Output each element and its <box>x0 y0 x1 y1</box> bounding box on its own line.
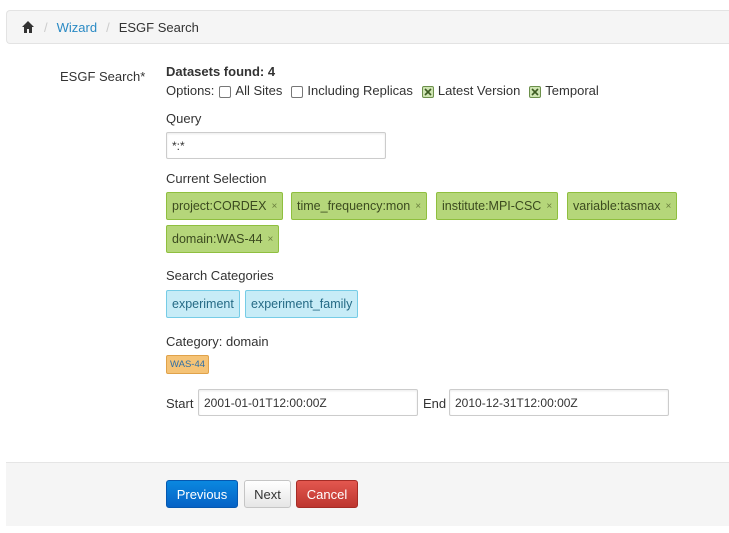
temporal-checkbox[interactable] <box>529 85 542 98</box>
previous-button[interactable]: Previous <box>166 480 238 508</box>
including-replicas-label: Including Replicas <box>307 83 413 98</box>
remove-icon[interactable]: × <box>268 234 274 245</box>
check-icon <box>424 87 432 96</box>
start-label: Start <box>166 396 194 411</box>
all-sites-label: All Sites <box>235 83 283 98</box>
selection-tag-label: project:CORDEX <box>172 199 267 213</box>
latest-version-label: Latest Version <box>437 83 521 98</box>
query-label: Query <box>166 111 202 126</box>
start-date-input[interactable] <box>198 389 418 416</box>
query-input[interactable] <box>166 132 386 159</box>
remove-icon[interactable]: × <box>546 201 552 212</box>
breadcrumb-current: ESGF Search <box>118 19 199 35</box>
selection-tag-label: domain:WAS-44 <box>172 232 263 246</box>
breadcrumb-link-wizard[interactable]: Wizard <box>57 20 97 35</box>
search-categories-label: Search Categories <box>166 268 274 283</box>
remove-icon[interactable]: × <box>271 201 277 212</box>
category-tag-experiment-family[interactable]: experiment_family <box>245 290 359 318</box>
check-icon <box>531 87 539 96</box>
category-value-was-44[interactable]: WAS-44 <box>166 355 210 374</box>
cancel-button[interactable]: Cancel <box>296 480 358 508</box>
including-replicas-checkbox[interactable] <box>291 85 304 98</box>
remove-icon[interactable]: × <box>415 201 421 212</box>
remove-icon[interactable]: × <box>666 201 672 212</box>
breadcrumb-separator: / <box>106 19 110 35</box>
options-row: Options: All Sites Including Replicas La… <box>166 83 603 98</box>
end-date-input[interactable] <box>449 389 669 416</box>
breadcrumb-separator: / <box>44 19 48 35</box>
breadcrumb: / Wizard / ESGF Search <box>6 10 729 44</box>
temporal-label: Temporal <box>545 83 599 98</box>
options-label: Options: <box>166 83 215 98</box>
category-tag-experiment[interactable]: experiment <box>166 290 240 318</box>
esgf-search-field-label: ESGF Search* <box>60 69 146 84</box>
selection-tag-domain: domain:WAS-44 × <box>166 225 280 253</box>
end-label: End <box>423 396 447 411</box>
selection-tag-variable: variable:tasmax × <box>567 192 678 220</box>
current-selection-label: Current Selection <box>166 171 267 186</box>
selection-tag-time-frequency: time_frequency:mon × <box>291 192 428 220</box>
selection-tag-project: project:CORDEX × <box>166 192 284 220</box>
next-button[interactable]: Next <box>244 480 291 508</box>
datasets-found: Datasets found: 4 <box>166 64 276 79</box>
selection-tag-label: variable:tasmax <box>573 199 661 213</box>
form-actions-bar <box>6 462 729 526</box>
selection-tag-label: time_frequency:mon <box>297 199 411 213</box>
all-sites-checkbox[interactable] <box>219 85 232 98</box>
selection-tag-label: institute:MPI-CSC <box>442 199 542 213</box>
home-icon[interactable] <box>21 20 35 34</box>
selection-tag-institute: institute:MPI-CSC × <box>436 192 559 220</box>
latest-version-checkbox[interactable] <box>421 85 434 98</box>
category-domain-label: Category: domain <box>166 334 269 349</box>
